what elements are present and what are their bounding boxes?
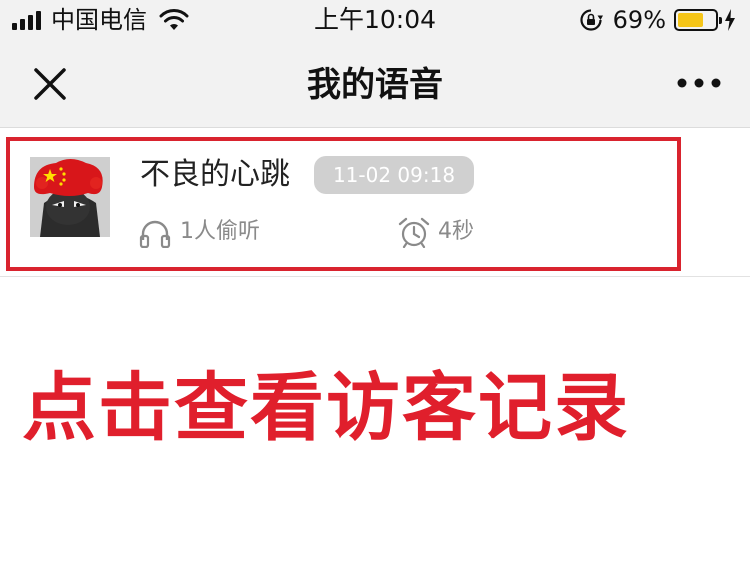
battery-icon: [674, 9, 722, 31]
rotation-lock-icon: [580, 9, 603, 31]
status-bar: 中国电信 上午10:04 69%: [0, 0, 750, 42]
battery-fill: [678, 13, 703, 27]
nav-bar: 我的语音: [0, 42, 750, 128]
more-icon[interactable]: [676, 76, 722, 90]
page-title: 我的语音: [307, 65, 443, 105]
charging-icon: [725, 9, 735, 31]
highlight-box: [6, 137, 681, 271]
annotation-text: 点击查看访客记录: [22, 365, 630, 451]
status-right: 69%: [579, 6, 736, 34]
battery-percent: 69%: [612, 6, 666, 34]
